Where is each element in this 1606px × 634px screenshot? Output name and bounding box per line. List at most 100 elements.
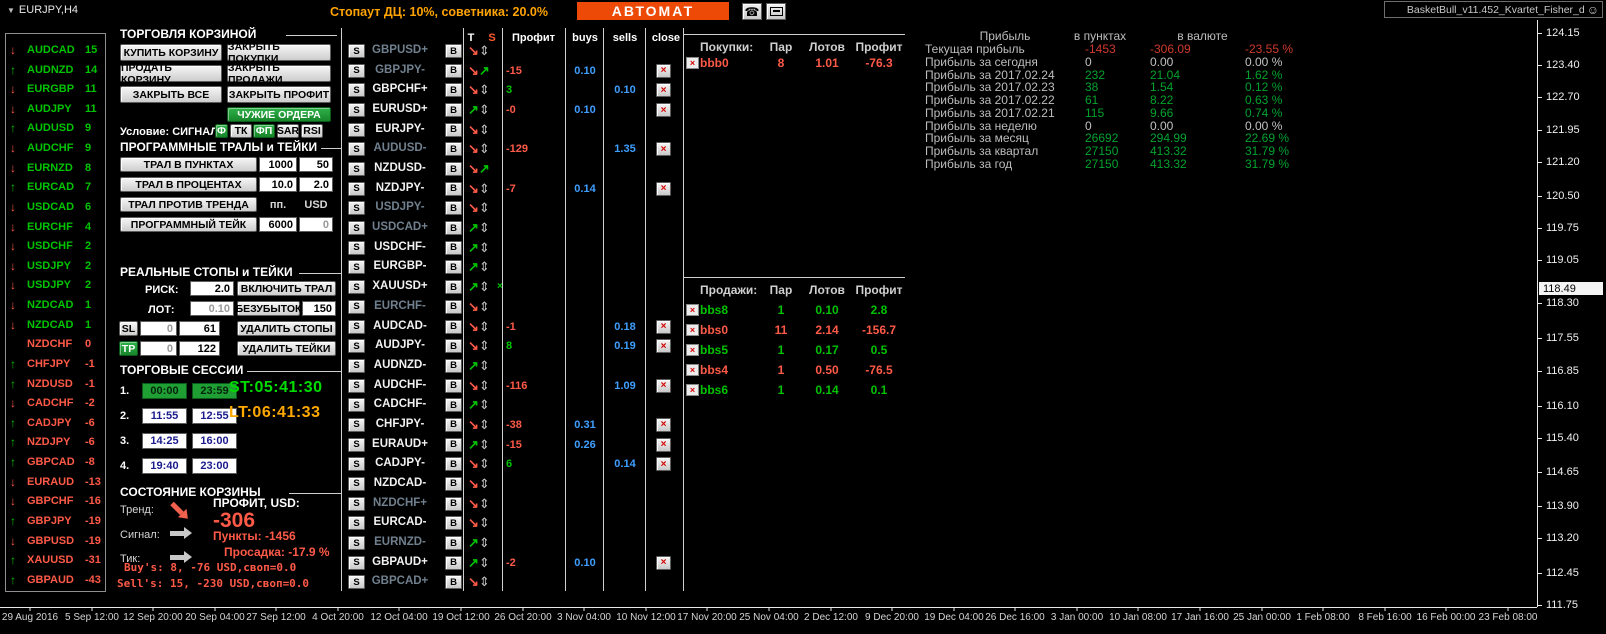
delete-takes-button[interactable]: УДАЛИТЬ ТЕЙКИ — [237, 341, 336, 356]
close-pair-button[interactable]: × — [656, 379, 671, 393]
trail-field-1[interactable]: 1000 — [259, 157, 297, 172]
close-pair-button[interactable]: × — [656, 182, 671, 196]
sl-field-1[interactable]: 0 — [140, 321, 177, 336]
sell-pair-button[interactable]: S — [348, 241, 365, 255]
buy-pair-button[interactable]: B — [445, 241, 462, 255]
sell-pair-button[interactable]: S — [348, 516, 365, 530]
close-pair-button[interactable]: × — [656, 142, 671, 156]
sell-pair-button[interactable]: S — [348, 201, 365, 215]
trail-button[interactable]: ПРОГРАММНЫЙ ТЕЙК — [120, 217, 257, 232]
close-pair-button[interactable]: × — [656, 556, 671, 570]
close-group-button[interactable]: × — [686, 57, 699, 69]
close-pair-button[interactable]: × — [656, 83, 671, 97]
breakeven-field[interactable]: 150 — [302, 301, 336, 316]
sell-pair-button[interactable]: S — [348, 359, 365, 373]
lot-field[interactable]: 0.10 — [190, 301, 234, 316]
sell-pair-button[interactable]: S — [348, 64, 365, 78]
buy-pair-button[interactable]: B — [445, 379, 462, 393]
close-group-button[interactable]: × — [686, 324, 699, 336]
close-pair-button[interactable]: × — [656, 103, 671, 117]
sell-pair-button[interactable]: S — [348, 221, 365, 235]
close-buys-button[interactable]: ЗАКРЫТЬ ПОКУПКИ — [227, 44, 331, 61]
buy-pair-button[interactable]: B — [445, 182, 462, 196]
sell-pair-button[interactable]: S — [348, 260, 365, 274]
sell-pair-button[interactable]: S — [348, 438, 365, 452]
trail-button[interactable]: ТРАЛ ПРОТИВ ТРЕНДА — [120, 197, 257, 212]
monitor-button[interactable] — [766, 3, 786, 20]
breakeven-button[interactable]: БЕЗУБЫТОК — [237, 301, 300, 316]
buy-pair-button[interactable]: B — [445, 457, 462, 471]
trail-button[interactable]: ТРАЛ В ПУНКТАХ — [120, 157, 257, 172]
dropdown-triangle-icon[interactable]: ▼ — [7, 6, 15, 15]
close-pair-button[interactable]: × — [656, 320, 671, 334]
sell-pair-button[interactable]: S — [348, 418, 365, 432]
buy-pair-button[interactable]: B — [445, 103, 462, 117]
close-pair-button[interactable]: × — [656, 438, 671, 452]
buy-pair-button[interactable]: B — [445, 83, 462, 97]
sell-pair-button[interactable]: S — [348, 477, 365, 491]
sl-field-2[interactable]: 61 — [179, 321, 220, 336]
buy-pair-button[interactable]: B — [445, 280, 462, 294]
buy-pair-button[interactable]: B — [445, 339, 462, 353]
close-group-button[interactable]: × — [686, 384, 699, 396]
sell-pair-button[interactable]: S — [348, 300, 365, 314]
condition-button-ф[interactable]: Ф — [215, 124, 228, 138]
close-group-button[interactable]: × — [686, 344, 699, 356]
buy-pair-button[interactable]: B — [445, 516, 462, 530]
close-group-button[interactable]: × — [686, 304, 699, 316]
buy-pair-button[interactable]: B — [445, 142, 462, 156]
sell-pair-button[interactable]: S — [348, 103, 365, 117]
buy-pair-button[interactable]: B — [445, 477, 462, 491]
close-pair-button[interactable]: × — [656, 339, 671, 353]
buy-pair-button[interactable]: B — [445, 201, 462, 215]
sell-pair-button[interactable]: S — [348, 556, 365, 570]
condition-button-rsi[interactable]: RSI — [301, 124, 323, 138]
sell-pair-button[interactable]: S — [348, 457, 365, 471]
foreign-orders-button[interactable]: ЧУЖИЕ ОРДЕРА — [227, 107, 331, 122]
buy-pair-button[interactable]: B — [445, 418, 462, 432]
sell-pair-button[interactable]: S — [348, 398, 365, 412]
session-from-field[interactable]: 14:25 — [142, 433, 187, 449]
phone-button[interactable]: ☎ — [742, 3, 762, 20]
buy-pair-button[interactable]: B — [445, 398, 462, 412]
session-to-field[interactable]: 16:00 — [192, 433, 237, 449]
sell-pair-button[interactable]: S — [348, 182, 365, 196]
condition-button-sar[interactable]: SAR — [277, 124, 299, 138]
sell-basket-button[interactable]: ПРОДАТЬ КОРЗИНУ — [120, 65, 222, 82]
sell-pair-button[interactable]: S — [348, 339, 365, 353]
trail-field-1[interactable]: 6000 — [259, 217, 297, 232]
close-group-button[interactable]: × — [686, 364, 699, 376]
trail-field-1[interactable]: 10.0 — [259, 177, 297, 192]
sell-pair-button[interactable]: S — [348, 123, 365, 137]
sell-pair-button[interactable]: S — [348, 320, 365, 334]
buy-pair-button[interactable]: B — [445, 497, 462, 511]
sell-pair-button[interactable]: S — [348, 83, 365, 97]
buy-pair-button[interactable]: B — [445, 260, 462, 274]
trail-field-2[interactable]: 0 — [299, 217, 333, 232]
trail-field-2[interactable]: 2.0 — [299, 177, 333, 192]
tp-field-1[interactable]: 0 — [140, 341, 177, 356]
sell-pair-button[interactable]: S — [348, 536, 365, 550]
tp-field-2[interactable]: 122 — [179, 341, 220, 356]
buy-pair-button[interactable]: B — [445, 162, 462, 176]
buy-pair-button[interactable]: B — [445, 221, 462, 235]
close-pair-button[interactable]: × — [656, 64, 671, 78]
buy-pair-button[interactable]: B — [445, 438, 462, 452]
buy-pair-button[interactable]: B — [445, 359, 462, 373]
sell-pair-button[interactable]: S — [348, 280, 365, 294]
close-sells-button[interactable]: ЗАКРЫТЬ ПРОДАЖИ — [227, 65, 331, 82]
buy-pair-button[interactable]: B — [445, 320, 462, 334]
trail-field-2[interactable]: 50 — [299, 157, 333, 172]
condition-button-тк[interactable]: ТК — [230, 124, 252, 138]
sell-pair-button[interactable]: S — [348, 162, 365, 176]
close-pair-button[interactable]: × — [656, 457, 671, 471]
sl-chip[interactable]: SL — [119, 321, 138, 336]
session-from-field[interactable]: 11:55 — [142, 408, 187, 424]
buy-pair-button[interactable]: B — [445, 123, 462, 137]
delete-stops-button[interactable]: УДАЛИТЬ СТОПЫ — [237, 321, 336, 336]
session-to-field[interactable]: 23:00 — [192, 458, 237, 474]
close-pair-button[interactable]: × — [656, 418, 671, 432]
session-from-field[interactable]: 19:40 — [142, 458, 187, 474]
buy-pair-button[interactable]: B — [445, 556, 462, 570]
sell-pair-button[interactable]: S — [348, 44, 365, 58]
